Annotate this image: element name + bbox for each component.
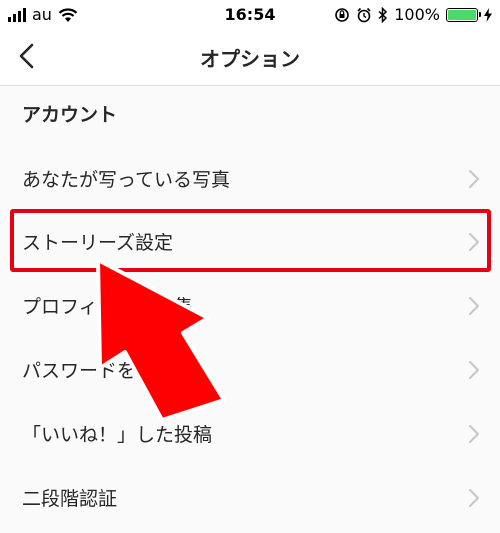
chevron-right-icon — [468, 169, 480, 189]
menu-item-label: パスワードを変更 — [22, 360, 175, 382]
menu-item-label: 「いいね！」した投稿 — [22, 424, 213, 446]
page-title: オプション — [200, 47, 300, 71]
menu-item-change-password[interactable]: パスワードを変更 — [0, 338, 500, 401]
battery-fill — [448, 9, 476, 20]
menu-item-label: 二段階認証 — [22, 488, 118, 510]
menu-item-label: プロフィールを編集 — [22, 296, 193, 318]
charging-icon — [484, 7, 492, 22]
status-right: 100% — [334, 5, 492, 24]
menu-item-edit-profile[interactable]: プロフィールを編集 — [0, 274, 500, 337]
alarm-icon — [357, 7, 371, 22]
status-bar: au 16:54 100% — [0, 0, 500, 28]
chevron-right-icon — [468, 296, 480, 316]
battery-percent: 100% — [394, 5, 440, 24]
nav-bar: オプション — [0, 28, 500, 86]
chevron-right-icon — [468, 488, 480, 508]
chevron-right-icon — [468, 424, 480, 444]
menu-item-two-factor-auth[interactable]: 二段階認証 — [0, 466, 500, 529]
section-header: アカウント — [22, 104, 118, 126]
orientation-lock-icon — [335, 7, 350, 22]
menu-item-liked-posts[interactable]: 「いいね！」した投稿 — [0, 402, 500, 465]
menu-item-label: あなたが写っている写真 — [22, 169, 231, 191]
chevron-right-icon — [468, 360, 480, 380]
battery-icon — [446, 7, 481, 22]
menu-item-photos-of-you[interactable]: あなたが写っている写真 — [0, 147, 500, 210]
highlight-box — [10, 209, 491, 272]
bluetooth-icon — [378, 6, 388, 23]
